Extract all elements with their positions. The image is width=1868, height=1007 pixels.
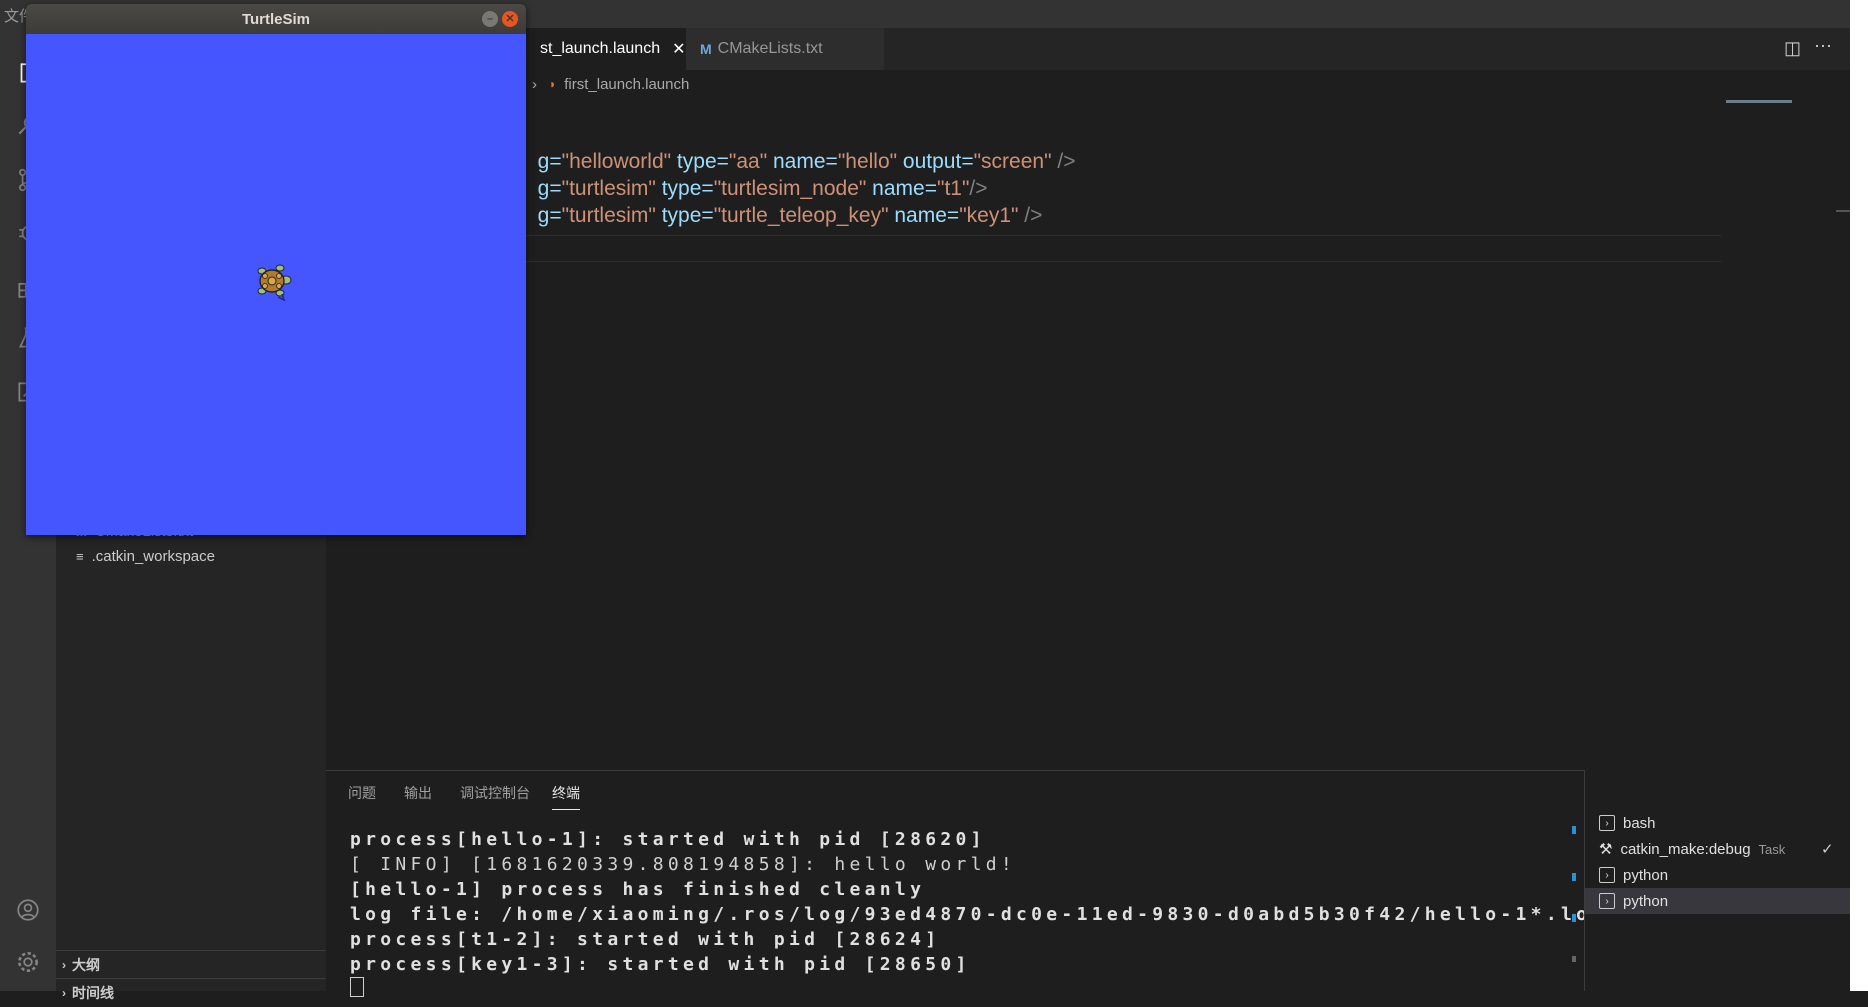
tab-label: st_launch.launch [540, 40, 661, 57]
section-label: 时间线 [72, 985, 114, 1001]
account-icon[interactable] [10, 892, 46, 928]
window-title: TurtleSim [241, 11, 311, 28]
chevron-right-icon: › [532, 75, 537, 93]
tab-cmakelists[interactable]: M CMakeLists.txt [686, 28, 884, 70]
chevron-right-icon: › [62, 958, 66, 972]
terminal-label: python [1623, 866, 1669, 884]
minimize-icon[interactable]: – [482, 11, 498, 27]
panel-tab-output[interactable]: 输出 [404, 783, 432, 803]
terminal-cursor[interactable] [350, 977, 364, 997]
breadcrumb: › ◗ first_launch.launch [326, 70, 1726, 98]
terminal-label: catkin_make:debug [1620, 840, 1751, 858]
scroll-marker [1572, 956, 1576, 962]
terminal-icon: › [1599, 893, 1615, 909]
section-timeline[interactable]: › 时间线 [56, 978, 326, 1007]
screen-edge [1850, 0, 1868, 991]
terminal-item-python[interactable]: › python [1585, 862, 1851, 888]
scroll-marker [1572, 914, 1576, 922]
breadcrumb-file[interactable]: first_launch.launch [564, 76, 689, 93]
editor-tab-bar: st_launch.launch ✕ M CMakeLists.txt ◫ ⋯ [326, 28, 1868, 70]
terminal-label: bash [1623, 814, 1656, 832]
section-label: 大纲 [72, 957, 100, 973]
editor-scrollbar[interactable] [1836, 98, 1850, 768]
panel-tab-terminal[interactable]: 终端 [552, 783, 580, 810]
terminal-line: process[t1-2]: started with pid [28624] [350, 929, 941, 950]
close-window-icon[interactable]: ✕ [502, 11, 518, 27]
more-actions-icon[interactable]: ⋯ [1814, 36, 1832, 57]
file-lines-icon: ≡ [76, 549, 84, 564]
terminal-line: log file: /home/xiaoming/.ros/log/93ed48… [350, 904, 1607, 925]
tab-label: CMakeLists.txt [717, 40, 823, 57]
file-label: .catkin_workspace [91, 548, 215, 565]
scroll-marker [1572, 826, 1576, 834]
editor-divider [526, 261, 1721, 262]
section-outline[interactable]: › 大纲 [56, 950, 326, 979]
terminal-item-bash[interactable]: › bash [1585, 810, 1851, 836]
file-item-catkin-workspace[interactable]: ≡ .catkin_workspace [76, 548, 215, 565]
split-editor-icon[interactable]: ◫ [1784, 38, 1801, 59]
chevron-right-icon: › [62, 986, 66, 1000]
rss-file-icon: ◗ [549, 77, 557, 91]
terminal-label: python [1623, 892, 1669, 910]
terminal-suffix: Task [1758, 841, 1786, 857]
close-icon[interactable]: ✕ [672, 39, 685, 59]
editor-divider [526, 235, 1721, 236]
terminal-line: process[key1-3]: started with pid [28650… [350, 954, 971, 975]
terminal-item-catkin-make[interactable]: ⚒ catkin_make:debug Task ✓ [1585, 836, 1851, 862]
terminal-line: [hello-1] process has finished cleanly [350, 879, 926, 900]
cmake-icon: M [700, 41, 712, 57]
turtle-icon [257, 264, 292, 302]
terminal-line: process[hello-1]: started with pid [2862… [350, 829, 986, 850]
code-line-3[interactable]: g="turtlesim" type="turtle_teleop_key" n… [526, 180, 1043, 228]
terminal-icon: › [1599, 815, 1615, 831]
panel-tab-debug-console[interactable]: 调试控制台 [460, 783, 530, 803]
terminal-icon: › [1599, 867, 1615, 883]
terminal-item-python-active[interactable]: › python [1585, 888, 1851, 914]
terminal-list: › bash ⚒ catkin_make:debug Task ✓ › pyth… [1584, 770, 1851, 991]
turtlesim-title-bar[interactable]: TurtleSim – ✕ [26, 4, 526, 34]
settings-gear-icon[interactable] [10, 944, 46, 980]
check-icon: ✓ [1821, 841, 1834, 858]
scroll-marker [1572, 873, 1576, 881]
minimap[interactable] [1726, 98, 1836, 106]
turtlesim-canvas[interactable] [26, 34, 526, 535]
panel-tab-problems[interactable]: 问题 [348, 783, 376, 803]
turtlesim-window[interactable]: TurtleSim – ✕ [26, 4, 526, 535]
terminal-line: [ INFO] [1681620339.808194858]: hello wo… [350, 854, 1017, 875]
tools-icon: ⚒ [1599, 841, 1613, 858]
